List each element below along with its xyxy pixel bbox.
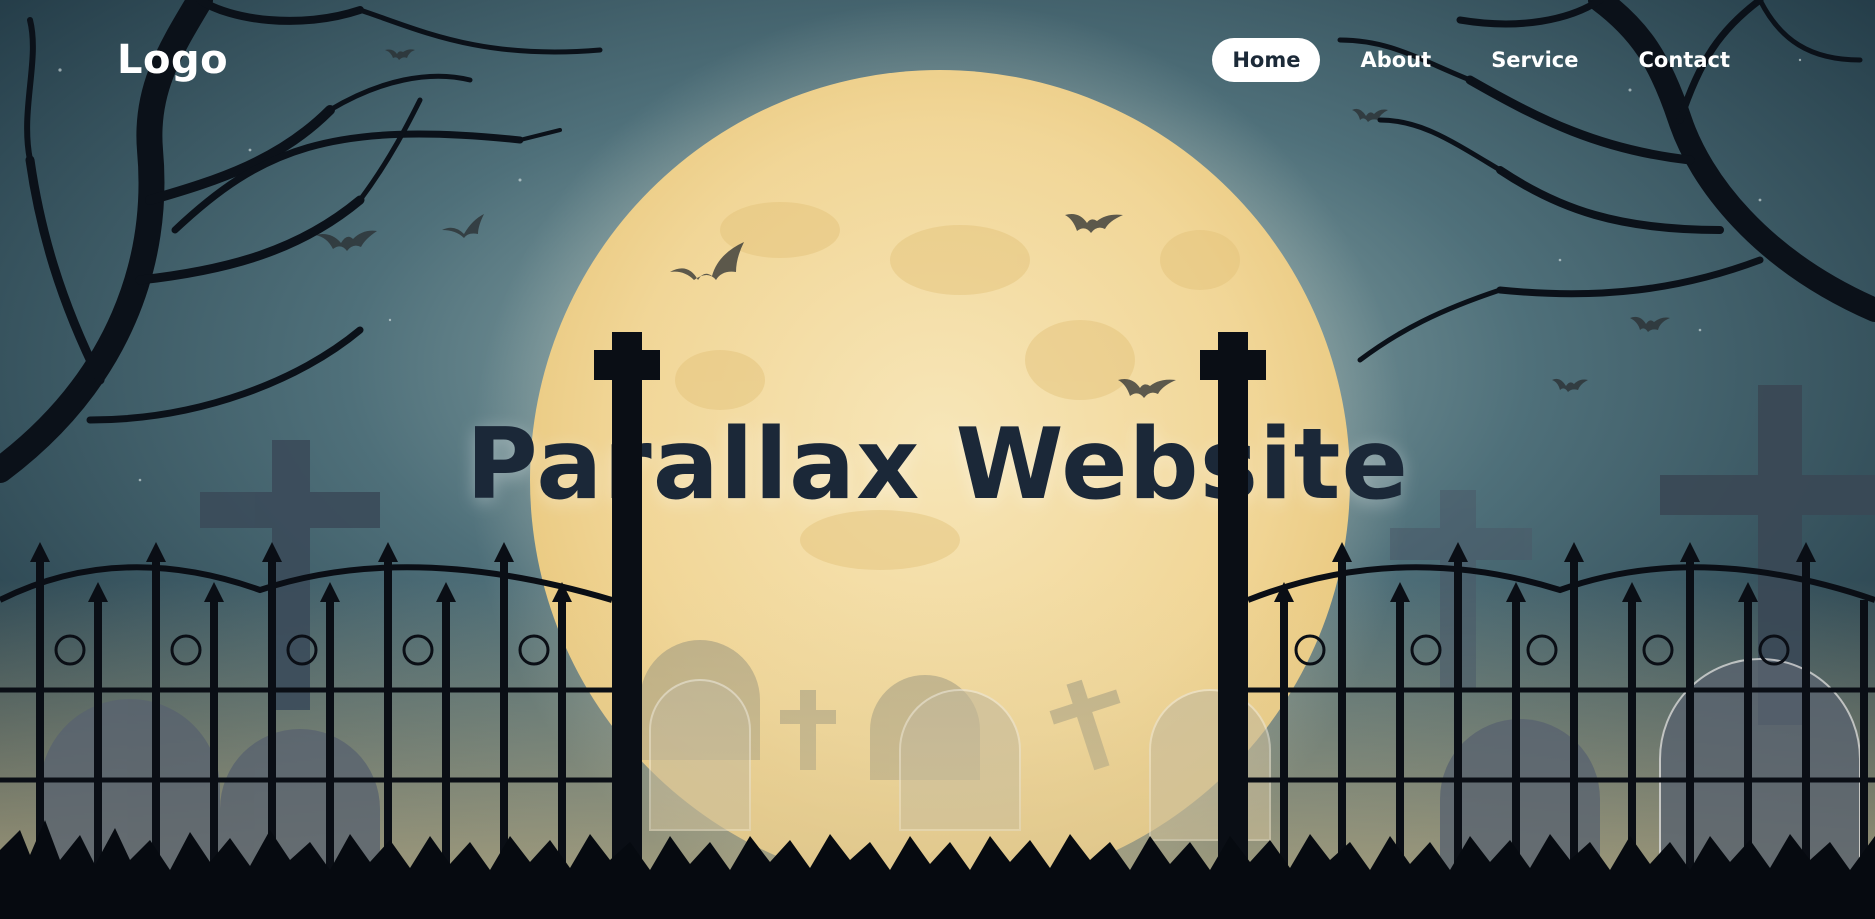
main-nav: Home About Service Contact — [1212, 38, 1750, 82]
nav-service[interactable]: Service — [1471, 38, 1598, 82]
hero-scene: Parallax Website Logo Home About Service… — [0, 0, 1875, 919]
nav-contact[interactable]: Contact — [1619, 38, 1751, 82]
site-logo[interactable]: Logo — [117, 37, 228, 83]
nav-home[interactable]: Home — [1212, 38, 1321, 82]
hero-title: Parallax Website — [466, 408, 1409, 522]
nav-about[interactable]: About — [1340, 38, 1451, 82]
site-header: Logo Home About Service Contact — [0, 0, 1875, 120]
